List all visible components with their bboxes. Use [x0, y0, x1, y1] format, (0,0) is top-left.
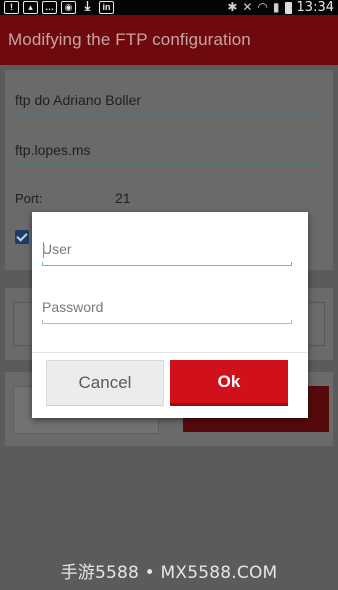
ok-button[interactable]: Ok	[170, 360, 288, 406]
watermark: 手游5588 • MX5588.COM	[60, 563, 278, 583]
page-title: Modifying the FTP configuration	[8, 30, 251, 49]
dialog-divider	[32, 352, 308, 353]
image-icon: ▴	[23, 1, 38, 14]
ftp-host-field[interactable]: ftp.lopes.ms	[15, 142, 90, 158]
password-input-underline	[42, 320, 292, 324]
text-cursor	[43, 242, 44, 258]
password-input[interactable]	[42, 292, 292, 322]
port-field[interactable]: 21	[115, 190, 131, 206]
cancel-button[interactable]: Cancel	[46, 360, 164, 406]
ftp-host-underline	[13, 164, 325, 165]
passive-mode-checkbox[interactable]	[15, 230, 29, 244]
notification-icons: ! ▴ … ◉ ⤓ in	[4, 0, 114, 14]
credentials-dialog: Cancel Ok	[32, 212, 308, 418]
location-icon: ◉	[61, 1, 76, 14]
status-bar: ! ▴ … ◉ ⤓ in ✱ ✕ ◠ ▮ 13:34	[0, 0, 338, 15]
port-label: Port:	[15, 191, 43, 206]
system-icons: ✱ ✕ ◠ ▮ 13:34	[227, 0, 334, 15]
linkedin-icon: in	[99, 1, 114, 14]
download-icon: ⤓	[84, 0, 91, 13]
warning-icon: !	[4, 1, 19, 14]
signal-icon: ▮	[272, 0, 280, 14]
action-bar: Modifying the FTP configuration	[0, 15, 338, 65]
mute-icon: ✕	[242, 0, 253, 14]
user-input[interactable]	[42, 234, 292, 264]
user-input-underline	[42, 262, 292, 266]
clock: 13:34	[296, 0, 334, 15]
ftp-name-underline	[13, 114, 325, 115]
wifi-icon: ◠	[257, 0, 268, 14]
chat-icon: …	[42, 1, 57, 14]
battery-icon	[284, 1, 292, 14]
bluetooth-icon: ✱	[227, 0, 238, 14]
ftp-name-field[interactable]: ftp do Adriano Boller	[15, 92, 141, 108]
